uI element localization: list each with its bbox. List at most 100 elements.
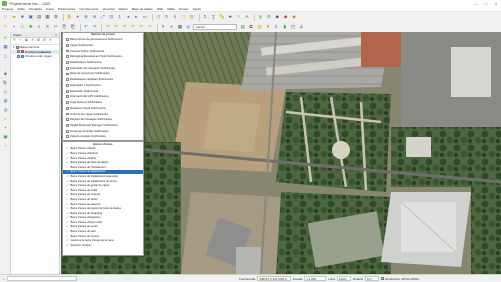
minimize-icon[interactable]: – [471,0,481,7]
plugin-icon[interactable]: ◆ [274,14,281,21]
panel-checkbox[interactable] [66,101,69,104]
save-as-icon[interactable]: ▣ [27,14,34,21]
annotation-icon[interactable]: ✎ [235,14,242,21]
filter-icon[interactable]: ▼ [264,24,271,31]
save-edits-icon[interactable]: ▪ [10,24,17,31]
expand-arrow-icon[interactable]: ▾ [13,45,15,49]
select-by-icon[interactable]: ▧ [256,24,263,31]
panel-checkbox[interactable] [66,84,69,87]
new-geopackage-icon[interactable]: ▣ [2,133,9,140]
cut-icon[interactable]: ✂ [52,24,59,31]
bookmark-icon[interactable]: ★ [227,14,234,21]
plugin-icon-3[interactable]: ◆ [291,14,298,21]
menu-visualitza[interactable]: Visualitza [29,7,42,11]
manage-map-icon[interactable]: ◉ [24,38,29,44]
menu-projecte[interactable]: Projecte [2,7,13,11]
add-spatialite-icon[interactable]: ◈ [2,70,9,77]
magnifier-field[interactable]: 100% [336,276,351,281]
crs-label[interactable]: EPSG:25831 [402,277,420,281]
new-temp-icon[interactable]: ▪ [2,142,9,149]
panel-checkbox[interactable] [66,129,69,133]
filter-legend-icon[interactable]: ▼ [30,38,35,44]
zoom-layer-icon[interactable]: ⊡ [108,14,115,21]
menu-ajuda[interactable]: Ajuda [193,7,201,11]
locator-input[interactable] [6,276,77,281]
gps-icon[interactable]: ⌖ [168,24,175,31]
collapse-all-icon[interactable]: ⊟ [42,38,47,44]
panel-checkbox[interactable] [66,78,69,82]
pan-icon[interactable]: ✋ [66,14,73,21]
panel-checkbox[interactable] [66,49,69,53]
digitize-icon[interactable]: ◇ [19,24,26,31]
menu-complements[interactable]: Complements [79,7,98,11]
add-wfs-icon[interactable]: ◎ [2,106,9,113]
add-wms-icon[interactable]: ◍ [2,97,9,104]
panel-checkbox[interactable] [66,89,69,93]
label-change-icon[interactable]: ab [146,24,153,31]
stats-icon[interactable]: ∑ [210,14,217,21]
panel-checkbox[interactable] [66,112,69,116]
locator-search-icon[interactable]: ⌕ [3,277,5,281]
add-group-icon[interactable]: + [18,38,23,44]
zoom-next-icon[interactable]: ▸ [133,14,140,21]
close-icon[interactable]: × [491,0,501,7]
graph-icon[interactable]: ▮ [281,24,288,31]
panel-checkbox[interactable] [66,38,69,42]
save-project-icon[interactable]: ■ [19,14,26,21]
coordinate-field[interactable]: 398512,5 4617605,6 [257,276,292,281]
copy-icon[interactable]: ⎘ [61,24,68,31]
zoom-out-icon[interactable]: ⊖ [91,14,98,21]
panel-checkbox[interactable] [66,118,69,122]
layer-checkbox[interactable]: ✓ [17,50,20,54]
add-feature-icon[interactable]: ✚ [27,24,34,31]
zoom-native-icon[interactable]: 1 [116,14,123,21]
paste-icon[interactable]: ⎗ [69,24,76,31]
layout-manager-icon[interactable]: ▦ [44,14,51,21]
measure-angle-icon[interactable]: ∠ [298,24,305,31]
zoom-in-icon[interactable]: ⊕ [83,14,90,21]
search-combo[interactable]: Cercar [193,24,238,30]
deselect-icon[interactable]: ▨ [188,14,195,21]
db-icon[interactable]: ▦ [176,24,183,31]
python-icon[interactable]: ψ [257,14,264,21]
print-layout-icon[interactable]: ▤ [36,14,43,21]
undo-icon[interactable]: ↶ [83,24,90,31]
vertex-icon[interactable]: ⋄ [36,24,43,31]
web-icon[interactable]: ◎ [185,24,192,31]
panel-checkbox[interactable] [66,66,69,70]
remove-layer-icon[interactable]: ✕ [48,38,53,44]
zoom-full-icon[interactable]: ⤢ [99,14,106,21]
pan-to-selection-icon[interactable]: ⌖ [74,14,81,21]
label-icon[interactable]: A [244,14,251,21]
panel-checkbox[interactable] [66,106,69,110]
layer-checkbox[interactable]: ✓ [15,45,19,49]
layer-style-icon[interactable]: ✎ [12,38,17,44]
layer-checkbox[interactable]: ✓ [17,54,20,58]
add-mesh-icon[interactable]: △ [2,52,9,59]
menu-edita[interactable]: Edita [18,7,25,11]
select-icon[interactable]: ▢ [180,14,187,21]
measure-area-icon[interactable]: ◰ [290,24,297,31]
snapping-icon[interactable]: ⧉ [248,24,255,31]
edit-pencil-icon[interactable]: ✎ [2,24,9,31]
field-calc-icon[interactable]: Σ [202,14,209,21]
delete-icon[interactable]: ✕ [44,24,51,31]
add-arcgis-icon[interactable]: ◐ [2,115,9,122]
render-checkbox[interactable]: ✓ [381,277,384,280]
label-rotate-icon[interactable]: ab [121,24,128,31]
menu-proces[interactable]: Procés [179,7,189,11]
layer-icon[interactable]: ▤ [239,24,246,31]
menu-preferencies[interactable]: Preferències [58,7,75,11]
panel-checkbox[interactable] [66,135,69,139]
menu-web[interactable]: Web [157,7,163,11]
measure-icon[interactable]: 📏 [218,14,225,21]
label-show-icon[interactable]: ab [138,24,145,31]
grid-icon[interactable]: # [160,24,167,31]
panel-checkbox[interactable] [66,61,69,64]
style-manager-icon[interactable]: ✿ [52,14,59,21]
zoom-last-icon[interactable]: ◂ [124,14,131,21]
new-project-icon[interactable]: □ [2,14,9,21]
menu-raster[interactable]: Ràster [119,7,128,11]
sum-icon[interactable]: Σ [273,24,280,31]
panel-checkbox[interactable] [66,124,69,127]
